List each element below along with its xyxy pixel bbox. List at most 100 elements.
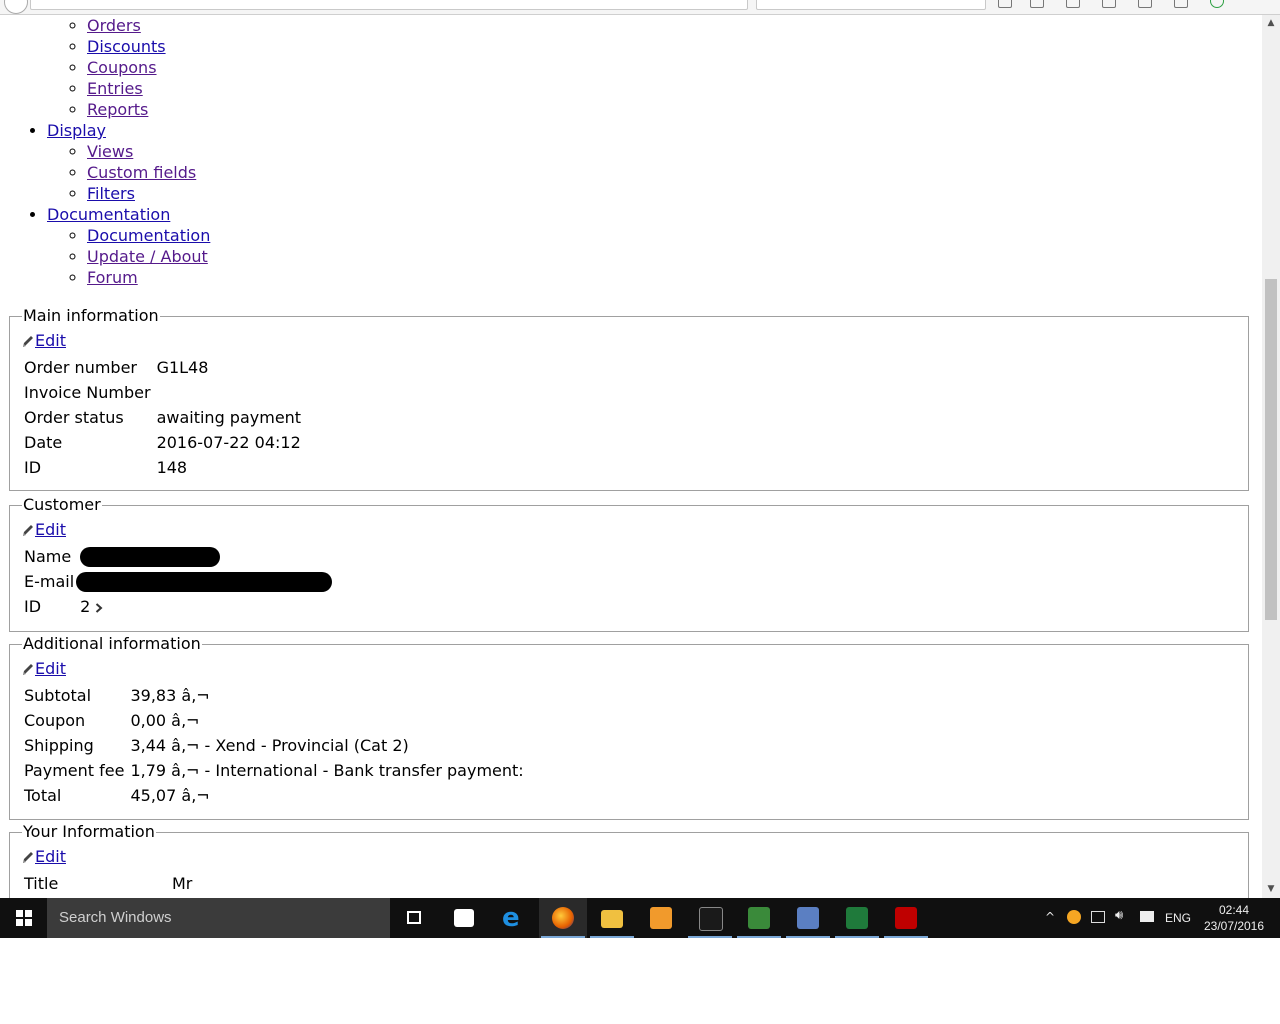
store-icon[interactable] bbox=[440, 898, 488, 938]
nav-link-reports[interactable]: Reports bbox=[87, 100, 148, 119]
customer-section: Customer Edit Name E-mail ID 2 bbox=[9, 496, 1249, 632]
row-label: Title bbox=[24, 874, 59, 893]
nav-link-discounts[interactable]: Discounts bbox=[87, 37, 166, 56]
edit-link[interactable]: Edit bbox=[35, 331, 66, 350]
edit-customer: Edit bbox=[22, 520, 1248, 540]
chevron-right-icon[interactable] bbox=[95, 603, 103, 613]
nav-item-orders: Orders bbox=[87, 15, 210, 36]
extension-icon[interactable] bbox=[1210, 0, 1224, 8]
blackberry-icon[interactable] bbox=[686, 898, 734, 938]
nav-link-documentation[interactable]: Documentation bbox=[87, 226, 210, 245]
your-information-section: Your Information Edit Title Mr bbox=[9, 823, 1249, 898]
nav-link-display[interactable]: Display bbox=[47, 121, 106, 140]
nav-item-entries: Entries bbox=[87, 78, 210, 99]
row-label: E-mail bbox=[24, 572, 75, 591]
pocket-icon[interactable] bbox=[1102, 0, 1116, 8]
pencil-icon bbox=[23, 336, 33, 347]
volume-icon[interactable]: 🔊︎ bbox=[1115, 908, 1123, 923]
nav-link-custom-fields[interactable]: Custom fields bbox=[87, 163, 196, 182]
table-row: Order number G1L48 bbox=[22, 355, 305, 380]
scrollbar-thumb[interactable] bbox=[1265, 279, 1277, 620]
nav-link-orders[interactable]: Orders bbox=[87, 16, 141, 35]
table-row: Order status awaiting payment bbox=[22, 405, 305, 430]
sync-icon[interactable] bbox=[1174, 0, 1188, 8]
nav-item-discounts: Discounts bbox=[87, 36, 210, 57]
shipping-value: 3,44 â‚¬ - Xend - Provincial (Cat 2) bbox=[130, 736, 409, 755]
downloads-icon[interactable] bbox=[1066, 0, 1080, 8]
bookmark-star-icon[interactable] bbox=[998, 0, 1012, 8]
table-row: Payment fee 1,79 â‚¬ - International - Ba… bbox=[22, 758, 528, 783]
taskbar-search-input[interactable]: Search Windows bbox=[47, 898, 390, 938]
nav-link-filters[interactable]: Filters bbox=[87, 184, 135, 203]
nav-submenu-store: Orders Discounts Coupons Entries Reports bbox=[47, 15, 210, 120]
your-info-table: Title Mr bbox=[22, 871, 196, 896]
row-label: Order number bbox=[24, 358, 137, 377]
date-value: 2016-07-22 04:12 bbox=[156, 433, 301, 452]
row-label: ID bbox=[24, 458, 42, 477]
file-explorer-icon[interactable] bbox=[588, 898, 636, 938]
scroll-down-icon[interactable]: ▼ bbox=[1262, 881, 1280, 898]
vertical-scrollbar[interactable]: ▲ ▼ bbox=[1262, 15, 1280, 898]
nav-link-entries[interactable]: Entries bbox=[87, 79, 143, 98]
nav-link-coupons[interactable]: Coupons bbox=[87, 58, 157, 77]
table-row: ID 148 bbox=[22, 455, 305, 480]
filezilla-icon[interactable] bbox=[882, 898, 930, 938]
tray-app-icon[interactable] bbox=[1067, 910, 1081, 924]
system-clock[interactable]: 02:44 23/07/2016 bbox=[1200, 902, 1268, 934]
scroll-up-icon[interactable]: ▲ bbox=[1262, 15, 1280, 32]
row-label: Subtotal bbox=[24, 686, 92, 705]
nav-item-coupons: Coupons bbox=[87, 57, 210, 78]
edge-icon[interactable]: e bbox=[489, 898, 537, 938]
windows-taskbar: Search Windows e ^ 🔊︎ ENG 02:44 23/07/20… bbox=[0, 898, 1280, 938]
row-label: Order status bbox=[24, 408, 124, 427]
order-number-value: G1L48 bbox=[156, 358, 209, 377]
main-information-section: Main information Edit Order number G1L48 … bbox=[9, 307, 1249, 491]
edit-link[interactable]: Edit bbox=[35, 520, 66, 539]
row-label: Payment fee bbox=[24, 761, 125, 780]
table-row: Coupon 0,00 â‚¬ bbox=[22, 708, 528, 733]
nav-item-update-about: Update / About bbox=[87, 246, 210, 267]
table-row: Total 45,07 â‚¬ bbox=[22, 783, 528, 808]
addon-icon[interactable] bbox=[1138, 0, 1152, 8]
edit-additional-info: Edit bbox=[22, 659, 1248, 679]
nav-item-reports: Reports bbox=[87, 99, 210, 120]
editor-app-icon[interactable] bbox=[784, 898, 832, 938]
nav-link-documentation-section[interactable]: Documentation bbox=[47, 205, 170, 224]
nav-link-views[interactable]: Views bbox=[87, 142, 133, 161]
row-label: Shipping bbox=[24, 736, 94, 755]
nav-link-update-about[interactable]: Update / About bbox=[87, 247, 208, 266]
table-row: ID 2 bbox=[22, 594, 336, 619]
network-icon[interactable] bbox=[1091, 911, 1105, 923]
title-value: Mr bbox=[172, 874, 193, 893]
table-row: Date 2016-07-22 04:12 bbox=[22, 430, 305, 455]
table-row: Subtotal 39,83 â‚¬ bbox=[22, 683, 528, 708]
edit-link[interactable]: Edit bbox=[35, 659, 66, 678]
nav-section-documentation: Documentation Documentation Update / Abo… bbox=[47, 204, 210, 288]
task-view-icon[interactable] bbox=[391, 898, 439, 938]
reading-list-icon[interactable] bbox=[1030, 0, 1044, 8]
customer-id-value: 2 bbox=[80, 597, 91, 616]
excel-icon[interactable] bbox=[833, 898, 881, 938]
clock-time: 02:44 bbox=[1218, 903, 1250, 917]
browser-search-bar[interactable] bbox=[756, 0, 986, 10]
subtotal-value: 39,83 â‚¬ bbox=[130, 686, 210, 705]
edit-link[interactable]: Edit bbox=[35, 847, 66, 866]
language-indicator[interactable]: ENG bbox=[1165, 898, 1191, 938]
empty-area bbox=[0, 938, 1280, 1024]
nav-link-forum[interactable]: Forum bbox=[87, 268, 138, 287]
additional-info-table: Subtotal 39,83 â‚¬ Coupon 0,00 â‚¬ Shippin… bbox=[22, 683, 528, 808]
spreadsheet-app-icon[interactable] bbox=[735, 898, 783, 938]
back-button[interactable] bbox=[4, 0, 28, 14]
firefox-icon[interactable] bbox=[539, 898, 587, 938]
payment-fee-value: 1,79 â‚¬ - International - Bank transfer… bbox=[130, 761, 524, 780]
nav-item-filters: Filters bbox=[87, 183, 210, 204]
row-label: Invoice Number bbox=[24, 383, 151, 402]
main-info-table: Order number G1L48 Invoice Number Order s… bbox=[22, 355, 305, 480]
address-bar[interactable] bbox=[30, 0, 748, 10]
windows-logo-icon bbox=[16, 910, 32, 926]
media-player-icon[interactable] bbox=[637, 898, 685, 938]
notifications-icon[interactable] bbox=[1140, 911, 1154, 922]
start-button[interactable] bbox=[0, 898, 47, 938]
show-hidden-icons-icon[interactable]: ^ bbox=[1043, 910, 1057, 924]
total-value: 45,07 â‚¬ bbox=[130, 786, 210, 805]
